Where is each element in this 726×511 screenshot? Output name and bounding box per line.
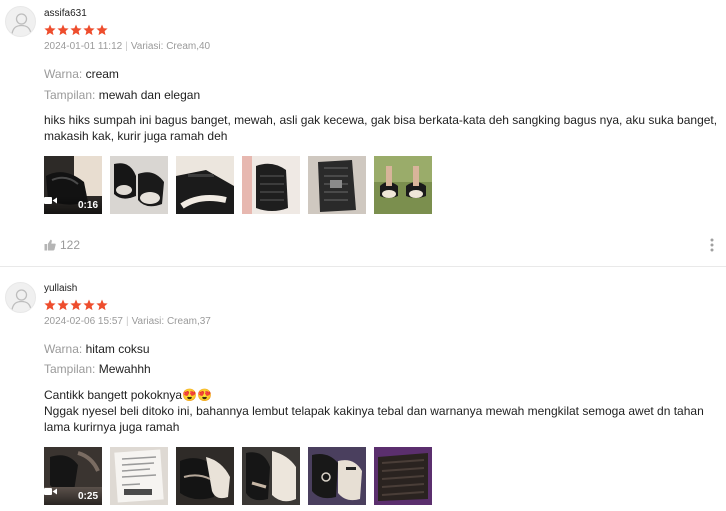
photo-thumbnail[interactable] bbox=[242, 447, 300, 505]
attribute-value: hitam coksu bbox=[85, 342, 150, 356]
shoe-photo bbox=[110, 156, 168, 214]
shoe-photo bbox=[176, 156, 234, 214]
review-item: yullaish 2024-02-06 15:57 | Variasi: Cream… bbox=[0, 267, 726, 511]
star-icon bbox=[96, 299, 108, 311]
video-thumbnail[interactable]: 0:16 bbox=[44, 156, 102, 214]
shoe-photo bbox=[308, 156, 366, 214]
reviewer-username: yullaish bbox=[44, 283, 78, 294]
shoe-photo bbox=[374, 156, 432, 214]
star-icon bbox=[57, 24, 69, 36]
star-rating bbox=[44, 299, 108, 311]
review-meta: 2024-01-01 11:12 | Variasi: Cream,40 bbox=[44, 41, 210, 52]
package-photo bbox=[110, 447, 168, 505]
star-icon bbox=[83, 299, 95, 311]
photo-thumbnail[interactable] bbox=[308, 156, 366, 214]
avatar[interactable] bbox=[5, 6, 36, 37]
star-icon bbox=[70, 299, 82, 311]
star-icon bbox=[44, 24, 56, 36]
shoe-photo bbox=[374, 447, 432, 505]
attribute-warna: Warna: cream bbox=[44, 67, 119, 81]
star-rating bbox=[44, 24, 108, 36]
video-duration: 0:25 bbox=[77, 491, 98, 502]
attribute-label: Warna: bbox=[44, 67, 83, 81]
star-icon bbox=[44, 299, 56, 311]
shoe-photo bbox=[176, 447, 234, 505]
attribute-label: Tampilan: bbox=[44, 362, 96, 376]
attribute-label: Tampilan: bbox=[44, 88, 96, 102]
review-timestamp: 2024-02-06 15:57 bbox=[44, 316, 123, 327]
more-options-icon[interactable] bbox=[710, 238, 714, 252]
photo-thumbnail[interactable] bbox=[176, 447, 234, 505]
shoe-photo bbox=[308, 447, 366, 505]
attribute-label: Warna: bbox=[44, 342, 83, 356]
attribute-value: cream bbox=[85, 67, 119, 81]
attribute-value: mewah dan elegan bbox=[98, 88, 201, 102]
reviewer-username: assifa631 bbox=[44, 8, 87, 19]
star-icon bbox=[96, 24, 108, 36]
star-icon bbox=[83, 24, 95, 36]
media-gallery: 0:16 bbox=[44, 156, 434, 214]
review-variant: Variasi: Cream,37 bbox=[131, 316, 211, 327]
like-count: 122 bbox=[60, 238, 81, 252]
star-icon bbox=[57, 299, 69, 311]
video-duration: 0:16 bbox=[77, 200, 98, 211]
attribute-warna: Warna: hitam coksu bbox=[44, 342, 150, 356]
photo-thumbnail[interactable] bbox=[374, 156, 432, 214]
review-timestamp: 2024-01-01 11:12 bbox=[44, 41, 123, 52]
video-overlay: 0:25 bbox=[44, 487, 102, 505]
star-icon bbox=[70, 24, 82, 36]
avatar[interactable] bbox=[5, 282, 36, 313]
meta-separator: | bbox=[125, 41, 128, 52]
video-thumbnail[interactable]: 0:25 bbox=[44, 447, 102, 505]
video-overlay: 0:16 bbox=[44, 196, 102, 214]
meta-separator: | bbox=[125, 316, 129, 327]
shoe-photo bbox=[242, 447, 300, 505]
user-icon bbox=[11, 13, 32, 35]
photo-thumbnail[interactable] bbox=[308, 447, 366, 505]
photo-thumbnail[interactable] bbox=[374, 447, 432, 505]
review-comment: Cantikk bangett pokoknya😍😍 Nggak nyesel … bbox=[44, 387, 720, 435]
attribute-tampilan: Tampilan: mewah dan elegan bbox=[44, 88, 200, 102]
thumbs-up-icon bbox=[44, 239, 56, 251]
review-variant: Variasi: Cream,40 bbox=[130, 41, 211, 52]
attribute-value: Mewahhh bbox=[98, 362, 151, 376]
video-icon bbox=[44, 488, 57, 495]
comment-line: hiks hiks sumpah ini bagus banget, mewah… bbox=[44, 113, 718, 143]
review-comment: hiks hiks sumpah ini bagus banget, mewah… bbox=[44, 112, 720, 144]
attribute-tampilan: Tampilan: Mewahhh bbox=[44, 362, 151, 376]
photo-thumbnail[interactable] bbox=[176, 156, 234, 214]
photo-thumbnail[interactable] bbox=[242, 156, 300, 214]
shoe-photo bbox=[242, 156, 300, 214]
photo-thumbnail[interactable] bbox=[110, 447, 168, 505]
comment-line: Cantikk bangett pokoknya😍😍 bbox=[44, 388, 212, 402]
like-button[interactable]: 122 bbox=[44, 238, 80, 252]
comment-line: Nggak nyesel beli ditoko ini, bahannya l… bbox=[44, 404, 704, 434]
user-icon bbox=[11, 289, 32, 311]
review-meta: 2024-02-06 15:57 | Variasi: Cream,37 bbox=[44, 316, 211, 327]
video-icon bbox=[44, 197, 57, 204]
media-gallery: 0:25 bbox=[44, 447, 434, 505]
review-item: assifa631 2024-01-01 11:12 | Variasi: Crea… bbox=[0, 0, 726, 266]
photo-thumbnail[interactable] bbox=[110, 156, 168, 214]
